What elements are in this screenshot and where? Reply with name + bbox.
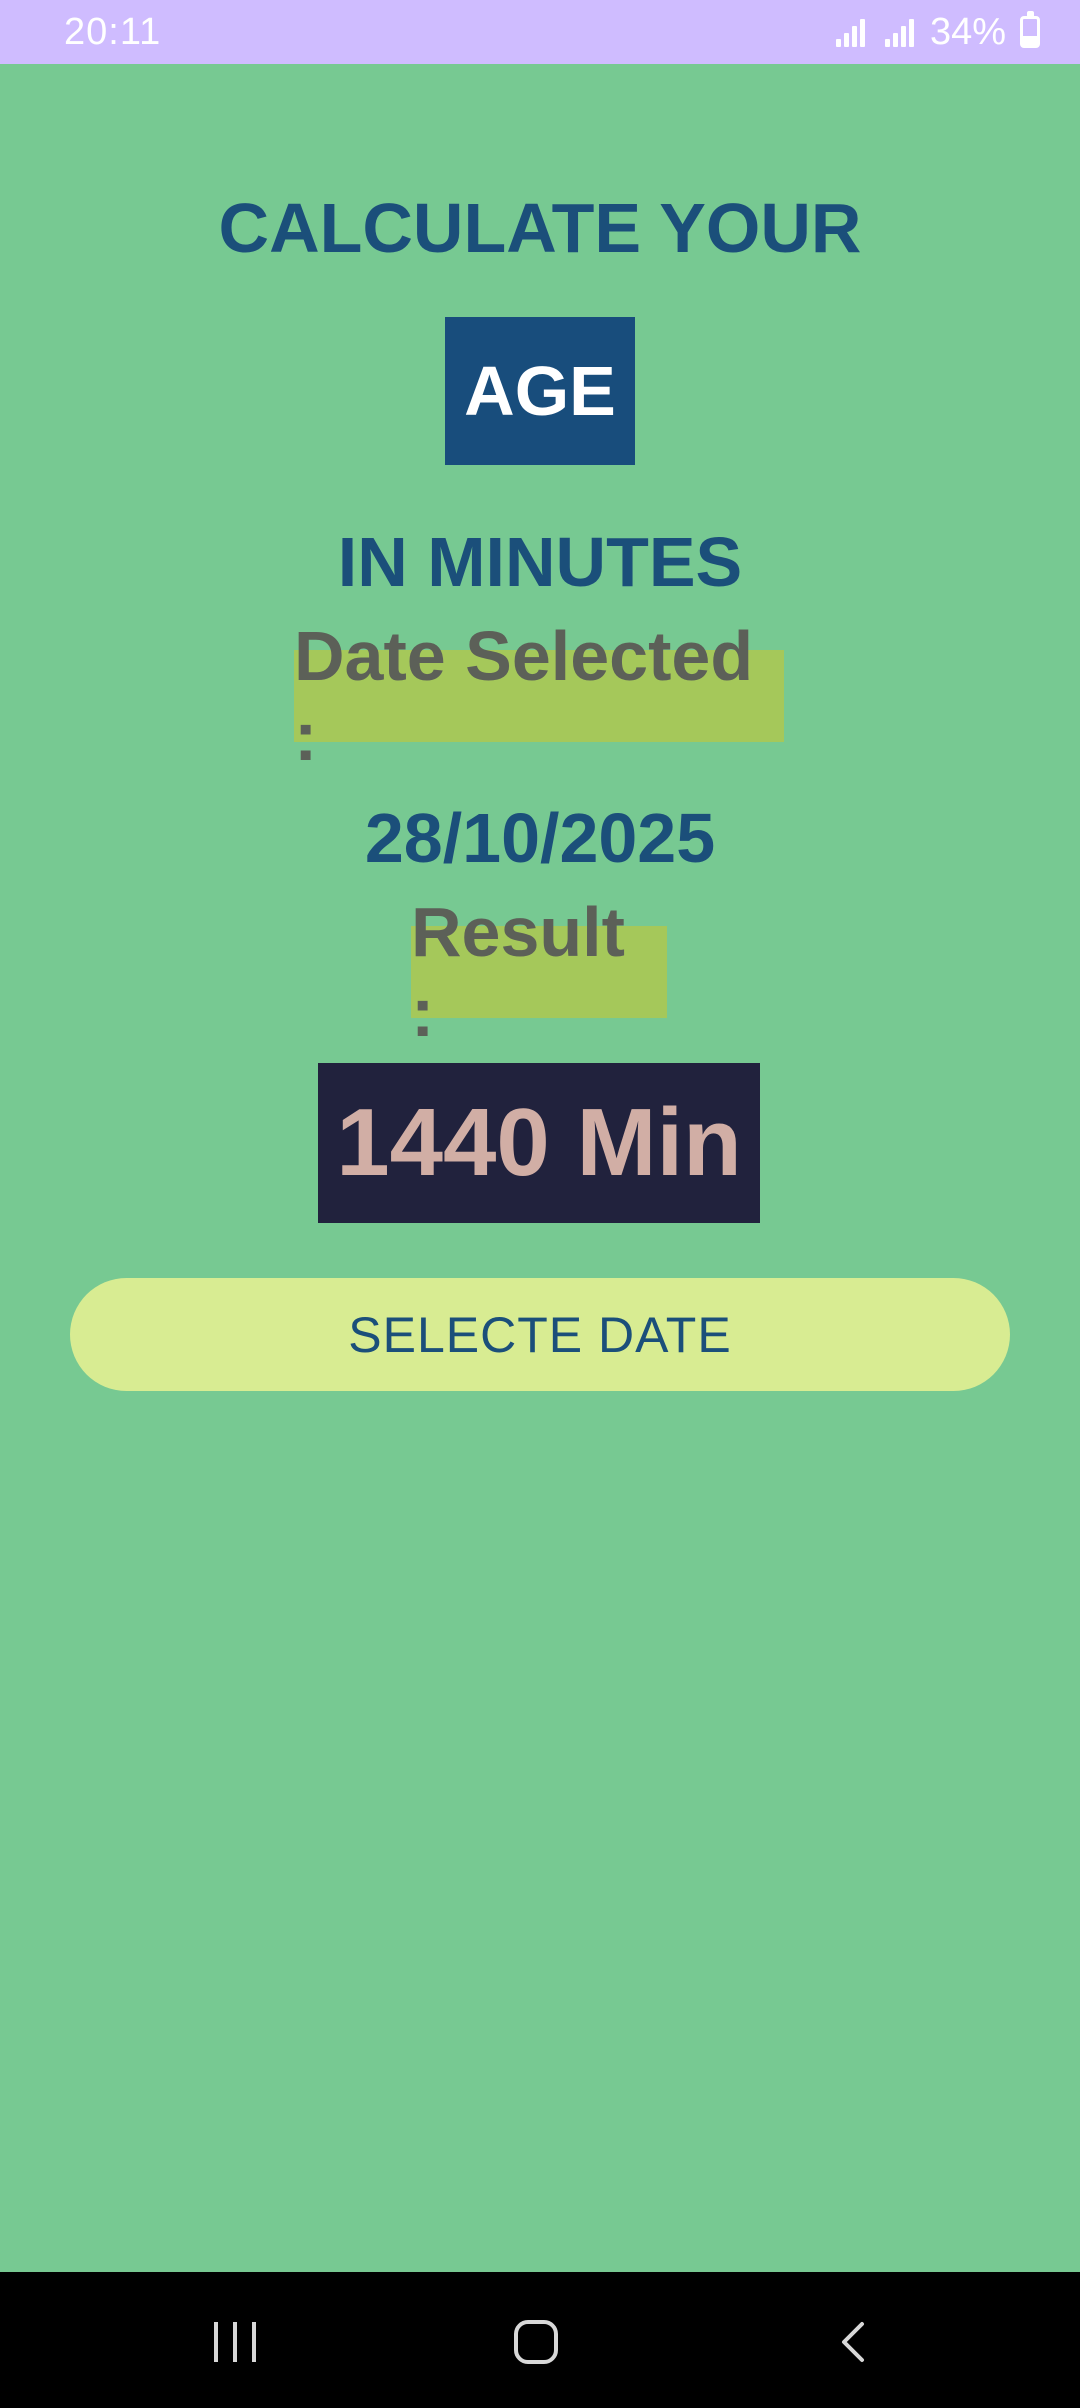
status-bar: 20:11 34% [0, 0, 1080, 64]
result-value: 1440 Min [318, 1063, 760, 1223]
signal-icon [835, 17, 865, 47]
title-line-2: IN MINUTES [337, 523, 743, 601]
title-line-1: CALCULATE YOUR [218, 189, 862, 267]
date-selected-label: Date Selected : [294, 617, 784, 775]
navigation-bar [0, 2272, 1080, 2408]
back-icon[interactable] [830, 2318, 878, 2366]
home-icon[interactable] [514, 2320, 558, 2364]
date-selected-value: 28/10/2025 [364, 799, 716, 877]
battery-icon [1020, 11, 1040, 48]
result-label: Result : [411, 893, 667, 1051]
recents-icon[interactable] [214, 2322, 256, 2362]
age-highlight: AGE [445, 317, 635, 465]
battery-percent: 34% [929, 10, 1006, 53]
select-date-button[interactable]: SELECTE DATE [70, 1278, 1010, 1391]
status-icons: 34% [835, 10, 1040, 54]
status-time: 20:11 [64, 10, 162, 53]
signal-icon [884, 17, 914, 47]
